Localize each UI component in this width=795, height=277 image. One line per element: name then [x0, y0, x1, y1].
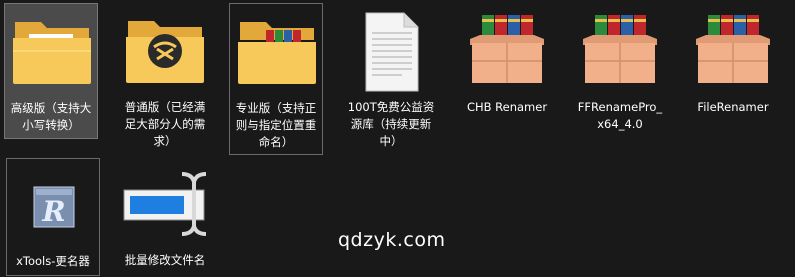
svg-text:R: R	[41, 195, 65, 228]
file-item-resource-doc[interactable]: 100T免费公益资源库（持续更新中）	[344, 3, 438, 155]
watermark-text: qdzyk.com	[338, 229, 446, 251]
file-label: FileRenamer	[697, 100, 769, 114]
file-item-ffrenamepro[interactable]: FFRenamePro_x64_4.0	[573, 3, 667, 139]
file-label: 100T免费公益资源库（持续更新中）	[347, 100, 435, 148]
file-label: 高级版（支持大小写转换）	[10, 101, 92, 132]
file-label: 专业版（支持正则与指定位置重命名）	[235, 101, 317, 149]
file-label: xTools-更名器	[16, 254, 90, 268]
file-item-advanced-folder[interactable]: 高级版（支持大小写转换）	[4, 3, 98, 139]
file-item-xtools[interactable]: R xTools-更名器	[6, 158, 100, 276]
rename-app-icon	[118, 168, 212, 240]
folder-logo-icon	[118, 9, 212, 93]
file-item-normal-folder[interactable]: 普通版（已经满足大部分人的需求）	[118, 3, 212, 148]
file-item-filerenamer[interactable]: FileRenamer	[686, 3, 780, 123]
installer-box-icon	[686, 9, 780, 93]
file-label: 普通版（已经满足大部分人的需求）	[124, 100, 206, 148]
installer-box-icon	[460, 9, 554, 93]
file-label: CHB Renamer	[466, 100, 548, 114]
file-item-pro-folder[interactable]: 专业版（支持正则与指定位置重命名）	[229, 3, 323, 155]
text-document-icon	[344, 9, 438, 93]
installer-box-icon	[573, 9, 667, 93]
xtools-app-icon: R	[7, 179, 99, 239]
folder-preview-icon	[5, 10, 97, 94]
folder-books-icon	[230, 10, 322, 94]
file-label: 批量修改文件名	[124, 253, 206, 267]
file-label: FFRenamePro_x64_4.0	[577, 100, 663, 131]
file-item-batch-rename[interactable]: 批量修改文件名	[118, 158, 212, 276]
file-item-chb-renamer[interactable]: CHB Renamer	[460, 3, 554, 123]
